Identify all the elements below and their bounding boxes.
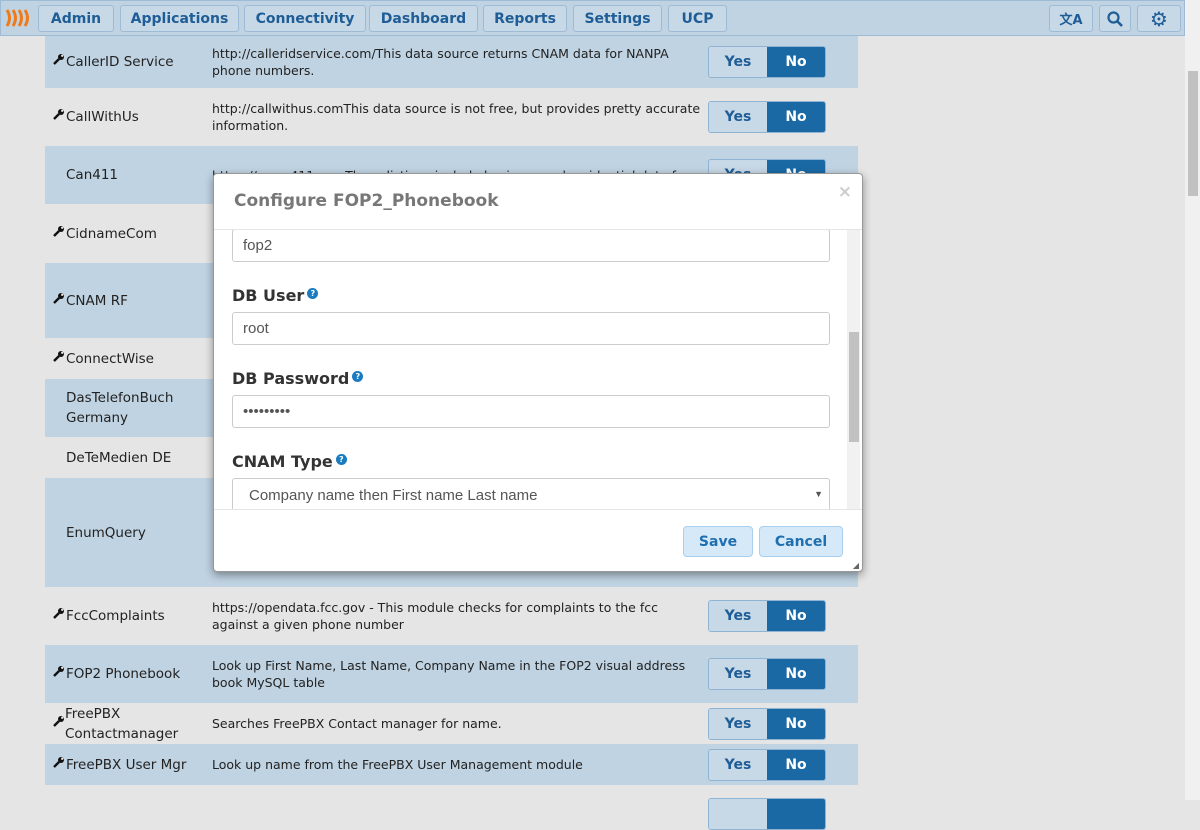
table-row: FreePBX User Mgr Look up name from the Fr… [45,744,858,785]
top-nav: Admin Applications Connectivity Dashboard Re… [0,0,1185,36]
nav-applications[interactable]: Applications [120,5,239,32]
search-button[interactable] [1099,5,1131,32]
modal-scrollbar[interactable] [847,230,860,509]
wrench-icon[interactable] [53,107,66,127]
row-name: CNAM RF [66,292,128,309]
nav-connectivity[interactable]: Connectivity [244,5,366,32]
cnam-type-select[interactable]: Company name then First name Last name ▼ [232,478,830,509]
cnam-type-label: CNAM Type [232,452,333,471]
nav-reports[interactable]: Reports [483,5,567,32]
row-name: ConnectWise [66,350,154,367]
row-name: FOP2 Phonebook [66,666,181,682]
yes-button[interactable]: Yes [709,659,767,689]
table-row [45,785,858,830]
no-button[interactable]: No [767,601,825,631]
configure-modal: Configure FOP2_Phonebook × fop2 DB User?… [213,173,863,572]
row-description: http://calleridservice.com/This data sou… [212,46,669,78]
modal-body: fop2 DB User? root DB Password? ••••••••… [214,230,862,509]
row-name: FccComplaints [66,608,165,624]
nav-ucp[interactable]: UCP [668,5,727,32]
translate-button[interactable]: 文A [1049,5,1093,32]
wrench-icon[interactable] [53,755,66,775]
settings-button[interactable]: ⚙ [1137,5,1181,32]
table-row: FOP2 Phonebook Look up First Name, Last N… [45,645,858,703]
db-user-input[interactable]: root [232,312,830,345]
modal-title: Configure FOP2_Phonebook [234,191,499,211]
translate-icon: 文A [1059,13,1083,28]
row-name: DasTelefonBuch Germany [66,390,174,426]
row-name: FreePBX Contactmanager [65,705,179,742]
wrench-icon[interactable] [53,224,66,244]
yes-no-toggle[interactable]: YesNo [708,708,826,740]
db-password-label: DB Password [232,369,350,388]
no-button[interactable]: No [767,659,825,689]
resize-handle-icon[interactable]: ◢ [853,561,859,570]
row-description: http://callwithus.comThis data source is… [212,101,701,133]
yes-button[interactable] [709,799,767,829]
yes-button[interactable]: Yes [709,601,767,631]
no-button[interactable]: No [767,102,825,132]
save-button[interactable]: Save [683,526,753,557]
nav-admin[interactable]: Admin [38,5,114,32]
gear-icon: ⚙ [1150,6,1168,31]
cancel-button[interactable]: Cancel [759,526,843,557]
row-description: Look up name from the FreePBX User Manag… [212,757,583,772]
no-button[interactable]: No [767,750,825,780]
row-name: CallerID Service [66,54,174,70]
table-row: CallerID Service http://calleridservice.c… [45,36,858,88]
table-row: CallWithUs http://callwithus.comThis data… [45,88,858,146]
row-name: Can411 [66,167,119,183]
wrench-icon[interactable] [53,606,66,626]
no-button[interactable] [767,799,825,829]
yes-button[interactable]: Yes [709,102,767,132]
yes-no-toggle[interactable]: YesNo [708,600,826,632]
wrench-icon[interactable] [53,714,65,734]
wrench-icon[interactable] [53,664,66,684]
row-name: CidnameCom [66,225,157,242]
db-name-input[interactable]: fop2 [232,230,830,262]
no-button[interactable]: No [767,709,825,739]
search-icon [1107,10,1123,27]
nav-settings[interactable]: Settings [573,5,662,32]
yes-no-toggle[interactable] [708,798,826,830]
freepbx-logo-icon[interactable] [4,8,32,28]
row-name: DeTeMedien DE [66,449,172,466]
modal-scrollbar-thumb[interactable] [849,332,859,442]
yes-button[interactable]: Yes [709,750,767,780]
wrench-icon[interactable] [53,349,66,369]
help-icon[interactable]: ? [307,288,319,299]
row-description: Searches FreePBX Contact manager for nam… [212,716,502,731]
row-name: EnumQuery [66,524,146,541]
yes-no-toggle[interactable]: YesNo [708,749,826,781]
row-name: FreePBX User Mgr [66,756,187,773]
help-icon[interactable]: ? [335,454,347,465]
db-password-input[interactable]: ••••••••• [232,395,830,428]
nav-dashboard[interactable]: Dashboard [369,5,478,32]
yes-button[interactable]: Yes [709,709,767,739]
help-icon[interactable]: ? [352,371,364,382]
page-scrollbar-thumb[interactable] [1188,71,1198,196]
no-button[interactable]: No [767,47,825,77]
chevron-down-icon: ▼ [814,489,823,499]
table-row: FreePBX Contactmanager Searches FreePBX C… [45,703,858,744]
row-name: CallWithUs [66,109,139,125]
yes-button[interactable]: Yes [709,47,767,77]
row-description: https://opendata.fcc.gov - This module c… [212,600,658,632]
db-user-label: DB User [232,286,305,305]
yes-no-toggle[interactable]: YesNo [708,658,826,690]
yes-no-toggle[interactable]: YesNo [708,101,826,133]
wrench-icon[interactable] [53,52,66,72]
close-icon[interactable]: × [838,182,852,202]
cnam-type-value: Company name then First name Last name [249,487,538,504]
table-row: FccComplaints https://opendata.fcc.gov - … [45,587,858,645]
row-description: Look up First Name, Last Name, Company N… [212,658,686,690]
yes-no-toggle[interactable]: YesNo [708,46,826,78]
wrench-icon[interactable] [53,291,66,311]
